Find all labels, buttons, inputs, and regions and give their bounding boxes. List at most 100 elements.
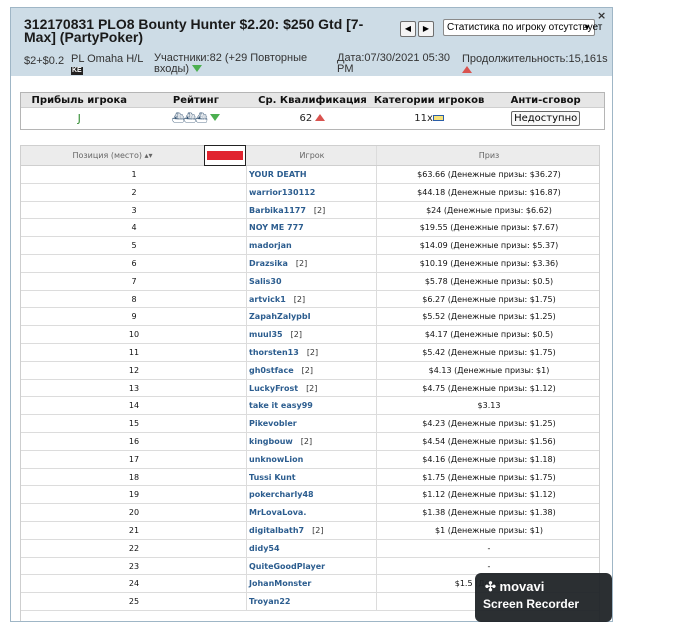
row-prize: - [487, 561, 491, 571]
row-prize: $5.42 (Денежные призы: $1.75) [422, 347, 556, 357]
watermark-text: Screen Recorder [483, 597, 580, 611]
row-player-link[interactable]: artvick1 [2] [249, 291, 305, 308]
row-position: 2 [131, 187, 137, 197]
table-row: 5 madorjan $14.09 (Денежные призы: $5.37) [21, 237, 599, 255]
table-row: 4 NOY ME 777 $19.55 (Денежные призы: $7.67… [21, 219, 599, 238]
profit-cell: J [21, 112, 138, 125]
row-player-link[interactable]: MrLovaLova. [249, 504, 314, 521]
row-player-link[interactable]: Tussi Kunt [249, 469, 304, 486]
row-player-link[interactable]: Drazsika [2] [249, 255, 307, 272]
close-icon[interactable]: × [597, 9, 606, 22]
table-row: 9 ZapahZalypbI $5.52 (Денежные призы: $1.2… [21, 308, 599, 327]
anti-collusion-cell: Недоступно [487, 111, 604, 126]
row-player-link[interactable]: ZapahZalypbI [249, 308, 319, 325]
row-position: 4 [131, 223, 137, 233]
row-player-link[interactable]: unknowLion [249, 451, 311, 468]
row-position: 8 [131, 294, 137, 304]
row-prize: $1.12 (Денежные призы: $1.12) [422, 490, 556, 500]
row-prize: $14.09 (Денежные призы: $5.37) [419, 241, 559, 251]
row-player-link[interactable]: digitalbath7 [2] [249, 522, 323, 539]
trend-up-icon [462, 66, 472, 73]
row-player-link[interactable]: madorjan [249, 237, 300, 254]
row-player-link[interactable]: muul35 [2] [249, 326, 302, 343]
row-prize: $4.75 (Денежные призы: $1.12) [422, 383, 556, 393]
row-player-name: thorsten13 [249, 347, 299, 357]
table-row: 21 digitalbath7 [2] $1 (Денежные призы: $1) [21, 521, 599, 540]
prev-tournament-button[interactable]: ◀ [400, 21, 416, 37]
row-player-link[interactable]: gh0stface [2] [249, 362, 313, 379]
row-player-name: Drazsika [249, 258, 288, 268]
table-row: 14 take it easy99 $3.13 [21, 397, 599, 416]
avg-qual-cell: 62 [254, 113, 371, 124]
row-position: 16 [128, 436, 140, 446]
row-player-link[interactable]: Barbika1177 [2] [249, 202, 325, 219]
row-position: 13 [128, 383, 140, 393]
stats-header-avg-qual: Ср. Квалификация [258, 95, 367, 106]
results-table: Позиция (место) ▴▾ Игрок Приз 1 YOUR DEAT… [20, 145, 600, 621]
row-player-link[interactable]: didy54 [249, 540, 288, 557]
row-prize: $19.55 (Денежные призы: $7.67) [419, 223, 559, 233]
row-prize: $4.13 (Денежные призы: $1) [428, 365, 550, 375]
row-position: 7 [131, 276, 137, 286]
duration-info: Продолжительность:15,161s [462, 54, 608, 76]
row-player-name: NOY ME 777 [249, 223, 304, 233]
row-position: 19 [128, 490, 140, 500]
row-player-name: Salis30 [249, 276, 282, 286]
row-position: 17 [128, 454, 140, 464]
anti-collusion-button[interactable]: Недоступно [511, 111, 581, 126]
row-player-link[interactable]: kingbouw [2] [249, 433, 312, 450]
player-stats-table: Прибыль игрока Рейтинг Ср. Квалификация … [20, 92, 605, 130]
row-player-link[interactable]: LuckyFrost [2] [249, 380, 317, 397]
divider [376, 146, 377, 165]
row-rebuys: [2] [293, 294, 306, 304]
divider [376, 593, 377, 610]
row-prize: $24 (Денежные призы: $6.62) [426, 205, 552, 215]
row-player-link[interactable]: Pikevobler [249, 415, 305, 432]
row-position: 6 [131, 258, 137, 268]
row-player-name: kingbouw [249, 436, 293, 446]
row-prize: $1.38 (Денежные призы: $1.38) [422, 508, 556, 518]
table-row: 11 thorsten13 [2] $5.42 (Денежные призы: $1… [21, 343, 599, 362]
tournament-window: 312170831 PLO8 Bounty Hunter $2.20: $250… [10, 7, 613, 622]
row-position: 21 [128, 525, 140, 535]
table-row: 15 Pikevobler $4.23 (Денежные призы: $1.25… [21, 415, 599, 433]
row-player-link[interactable]: thorsten13 [2] [249, 344, 318, 361]
next-tournament-button[interactable]: ▶ [418, 21, 434, 37]
row-player-link[interactable]: NOY ME 777 [249, 219, 312, 236]
row-position: 9 [131, 312, 137, 322]
row-player-link[interactable]: YOUR DEATH [249, 166, 315, 183]
row-player-link[interactable]: JohanMonster [249, 575, 319, 592]
row-player-link[interactable]: Salis30 [249, 273, 290, 290]
row-player-link[interactable]: pokercharly48 [249, 486, 322, 503]
participants-label: Участники:82 (+29 Повторные входы) [154, 52, 308, 75]
position-header-label: Позиция (место) [72, 151, 142, 160]
row-player-link[interactable]: QuiteGoodPlayer [249, 558, 333, 575]
prize-header[interactable]: Приз [377, 146, 599, 166]
stats-header-anti-collusion: Анти-сговор [510, 95, 581, 106]
player-stats-dropdown[interactable]: Статистика по игроку отсутствует ▼ [443, 19, 602, 36]
profit-value: J [77, 112, 81, 125]
row-rebuys: [2] [295, 258, 308, 268]
table-row: 19 pokercharly48 $1.12 (Денежные призы: $1… [21, 486, 599, 505]
row-position: 3 [131, 205, 137, 215]
tournament-title: 312170831 PLO8 Bounty Hunter $2.20: $250… [24, 16, 364, 45]
rating-cell: ⛴⛴⛴ [138, 113, 255, 124]
row-player-link[interactable]: take it easy99 [249, 397, 321, 414]
row-prize: $1 (Денежные призы: $1) [434, 525, 543, 535]
row-player-name: Tussi Kunt [249, 472, 296, 482]
sort-position-header[interactable]: Позиция (место) ▴▾ [21, 146, 204, 166]
table-row: 18 Tussi Kunt $1.75 (Денежные призы: $1.75… [21, 468, 599, 487]
row-player-name: Barbika1177 [249, 205, 306, 215]
row-prize: $4.54 (Денежные призы: $1.56) [422, 436, 556, 446]
row-player-name: JohanMonster [249, 579, 312, 589]
row-player-link[interactable]: Troyan22 [249, 593, 298, 610]
row-rebuys: [2] [300, 436, 313, 446]
game-badge: KE [71, 67, 83, 75]
date-label: Дата:07/30/2021 05:30 PM [337, 52, 451, 75]
categories-cell: 11x [371, 113, 488, 124]
row-rebuys: [2] [306, 347, 319, 357]
row-player-name: gh0stface [249, 365, 294, 375]
row-player-link[interactable]: warrior130112 [249, 184, 323, 201]
row-player-name: madorjan [249, 241, 292, 251]
player-header[interactable]: Игрок [247, 146, 377, 166]
